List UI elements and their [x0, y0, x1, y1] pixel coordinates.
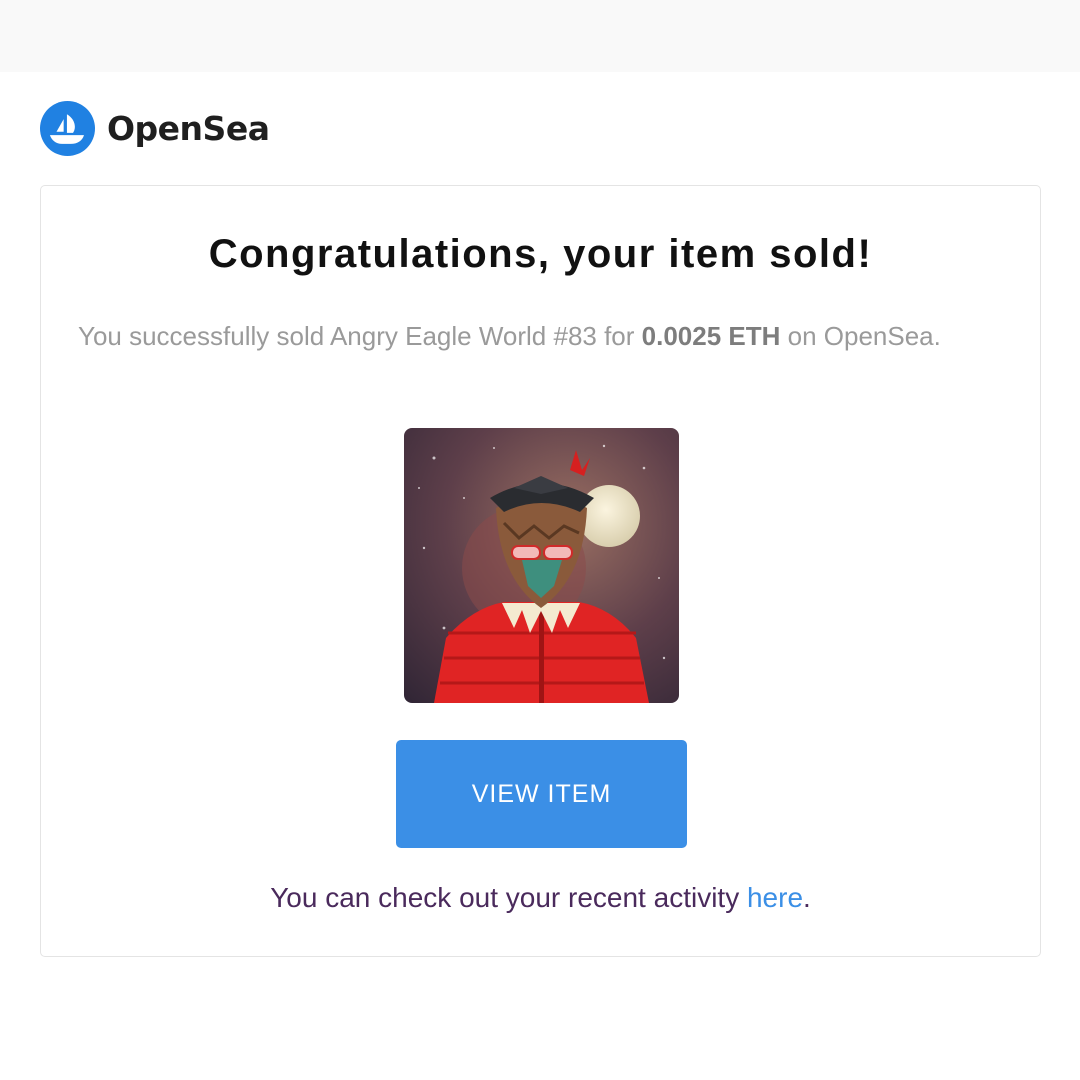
brand-header: OpenSea [40, 100, 270, 156]
recent-activity-line: You can check out your recent activity h… [41, 882, 1040, 914]
footer-text: You can check out your recent activity [270, 882, 747, 913]
nft-item-image[interactable] [404, 428, 679, 703]
message-suffix: on OpenSea. [780, 321, 941, 351]
view-item-button[interactable]: VIEW ITEM [396, 740, 687, 848]
sale-message: You successfully sold Angry Eagle World … [78, 316, 958, 356]
top-band [0, 0, 1080, 72]
recent-activity-link[interactable]: here [747, 882, 803, 913]
sale-notification-card: Congratulations, your item sold! You suc… [40, 185, 1041, 957]
opensea-logo-icon [40, 100, 95, 156]
headline: Congratulations, your item sold! [208, 232, 873, 276]
email-page: OpenSea Congratulations, your item sold!… [0, 0, 1080, 1080]
footer-period: . [803, 882, 811, 913]
brand-name: OpenSea [107, 108, 270, 148]
sale-price: 0.0025 ETH [641, 321, 781, 351]
message-prefix: You successfully sold Angry Eagle World … [78, 321, 642, 351]
